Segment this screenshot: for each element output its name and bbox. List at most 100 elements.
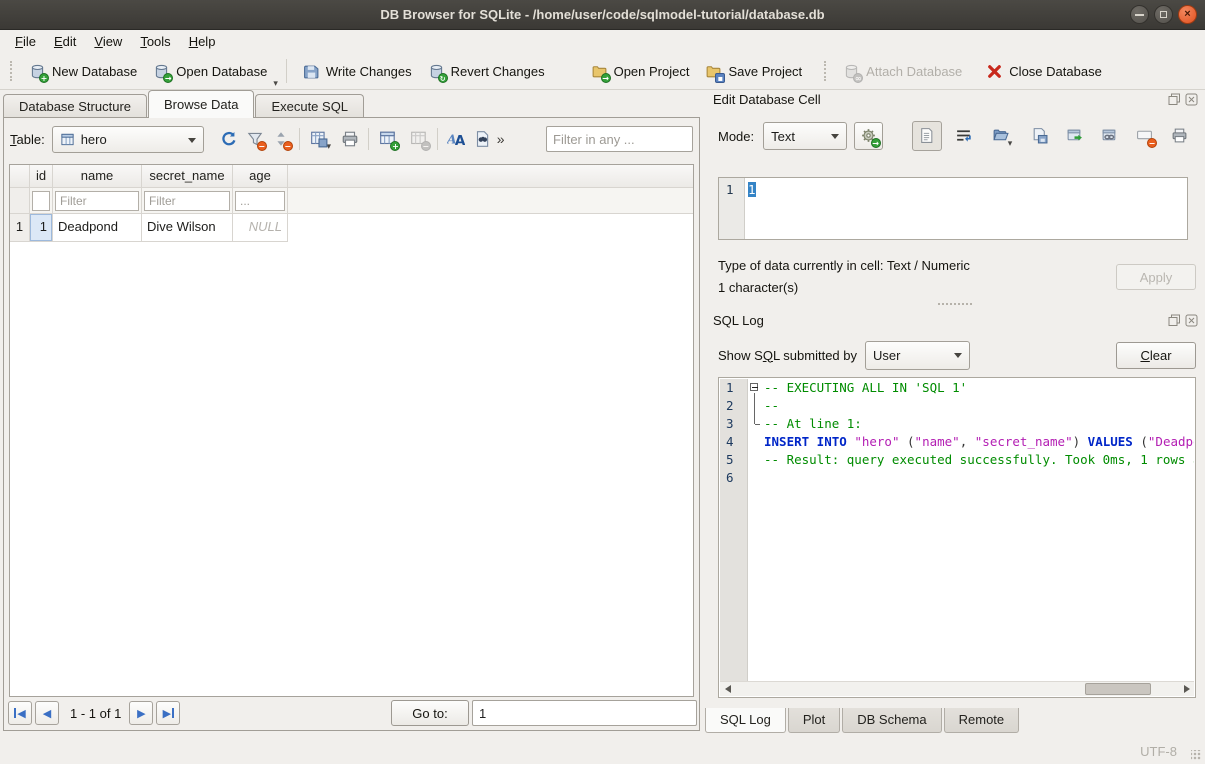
print-records-button[interactable]: [337, 126, 363, 152]
new-database-button[interactable]: + New Database: [21, 59, 145, 84]
font-icon: AA: [447, 130, 465, 148]
horizontal-scrollbar[interactable]: [720, 681, 1194, 696]
column-header-secret-name[interactable]: secret_name: [142, 165, 233, 188]
menu-help[interactable]: Help: [180, 32, 225, 51]
table-select[interactable]: hero: [52, 126, 204, 153]
table-icon: [60, 132, 75, 147]
scroll-left-arrow[interactable]: [720, 682, 735, 696]
float-panel-icon[interactable]: [1168, 314, 1181, 327]
column-header-name[interactable]: name: [53, 165, 142, 188]
mode-select-value: Text: [771, 129, 795, 144]
open-project-button[interactable]: → Open Project: [583, 59, 698, 84]
revert-changes-button[interactable]: ↻ Revert Changes: [420, 59, 553, 84]
dock-splitter-handle[interactable]: [938, 303, 972, 307]
filter-input-id[interactable]: [32, 191, 50, 211]
fold-marker[interactable]: [748, 379, 761, 397]
cell-editor[interactable]: 1 1: [718, 177, 1188, 240]
filter-input-age[interactable]: [235, 191, 285, 211]
menu-bar: FileEditViewToolsHelp: [0, 30, 1205, 53]
sql-log-line-4: 4INSERT INTO "hero" ("name", "secret_nam…: [720, 433, 1194, 451]
next-record-button[interactable]: ▶: [129, 701, 153, 725]
resize-grip[interactable]: [1191, 750, 1201, 760]
svg-text:A: A: [455, 133, 465, 148]
menu-view[interactable]: View: [85, 32, 131, 51]
close-button[interactable]: ×: [1178, 5, 1197, 24]
clear-log-button[interactable]: Clear: [1116, 342, 1196, 369]
import-cell-data-button[interactable]: ▾: [986, 123, 1018, 149]
word-wrap-icon: [955, 127, 973, 145]
revert-changes-icon: ↻: [428, 63, 445, 80]
close-panel-icon[interactable]: [1185, 93, 1198, 106]
clear-filters-button[interactable]: −: [242, 126, 268, 152]
toolbar-overflow-chevron[interactable]: »: [497, 131, 505, 147]
insert-record-button[interactable]: + ▾: [374, 126, 406, 152]
minimize-button[interactable]: [1130, 5, 1149, 24]
menu-file[interactable]: File: [6, 32, 45, 51]
dock-tab-plot[interactable]: Plot: [788, 708, 840, 733]
text-mode-button[interactable]: [912, 121, 942, 151]
printer-icon: [1171, 127, 1189, 145]
copy-link-button[interactable]: [1097, 123, 1123, 149]
last-record-button[interactable]: ▶: [156, 701, 180, 725]
cell-name[interactable]: Deadpond: [53, 214, 142, 242]
open-database-dropdown-caret[interactable]: ▾: [273, 78, 278, 89]
maximize-button[interactable]: [1154, 5, 1173, 24]
goto-input[interactable]: [472, 700, 697, 726]
open-in-external-button[interactable]: [1062, 123, 1088, 149]
encoding-label[interactable]: UTF-8: [1140, 744, 1177, 759]
toolbar-drag-handle-2[interactable]: [824, 61, 829, 81]
clear-sorting-icon: −: [272, 130, 290, 148]
menu-tools[interactable]: Tools: [131, 32, 179, 51]
mode-select[interactable]: Text: [763, 122, 847, 150]
print-cell-button[interactable]: [1167, 123, 1193, 149]
set-null-button[interactable]: −: [1132, 123, 1158, 149]
column-header-id[interactable]: id: [30, 165, 53, 188]
toolbar-drag-handle[interactable]: [10, 61, 15, 81]
sql-source-select[interactable]: User: [865, 341, 970, 370]
first-record-button[interactable]: ◀: [8, 701, 32, 725]
tab-execute-sql[interactable]: Execute SQL: [255, 94, 364, 118]
close-database-button[interactable]: Close Database: [978, 59, 1110, 84]
float-panel-icon[interactable]: [1168, 93, 1181, 106]
new-database-icon: +: [29, 63, 46, 80]
find-in-table-button[interactable]: [469, 126, 495, 152]
cell-secret-name[interactable]: Dive Wilson: [142, 214, 233, 242]
cell-id-selected[interactable]: 1: [30, 214, 53, 242]
grid-corner[interactable]: [10, 165, 30, 188]
dock-tab-db-schema[interactable]: DB Schema: [842, 708, 941, 733]
attach-database-icon: ∞: [843, 63, 860, 80]
cell-type-info: Type of data currently in cell: Text / N…: [718, 258, 970, 273]
tab-browse-data[interactable]: Browse Data: [148, 90, 254, 118]
close-panel-icon[interactable]: [1185, 314, 1198, 327]
dock-tab-sql-log[interactable]: SQL Log: [705, 708, 786, 733]
dock-tab-bar: SQL LogPlotDB SchemaRemote: [705, 708, 1021, 734]
mode-row: Mode: Text →: [718, 121, 1193, 151]
export-table-button[interactable]: ▾: [305, 126, 337, 152]
show-sql-label: Show SQL submitted by: [718, 348, 857, 363]
sql-log-editor[interactable]: 1-- EXECUTING ALL IN 'SQL 1'2--3-- At li…: [718, 377, 1196, 698]
open-database-button[interactable]: → Open Database: [145, 59, 275, 84]
write-changes-button[interactable]: Write Changes: [295, 59, 420, 84]
tab-database-structure[interactable]: Database Structure: [3, 94, 147, 118]
scroll-right-arrow[interactable]: [1179, 682, 1194, 696]
cell-editor-line-number: 1: [719, 178, 745, 239]
auto-switch-mode-button[interactable]: →: [854, 122, 883, 150]
font-settings-button[interactable]: AA: [443, 126, 469, 152]
filter-input-name[interactable]: [55, 191, 139, 211]
row-header[interactable]: 1: [10, 214, 30, 242]
cell-age-null[interactable]: NULL: [233, 214, 288, 242]
scrollbar-thumb[interactable]: [1085, 683, 1151, 695]
menu-edit[interactable]: Edit: [45, 32, 85, 51]
save-project-button[interactable]: ▪ Save Project: [697, 59, 810, 84]
clear-sorting-button[interactable]: −: [268, 126, 294, 152]
column-header-age[interactable]: age: [233, 165, 288, 188]
word-wrap-button[interactable]: [951, 123, 977, 149]
dock-tab-remote[interactable]: Remote: [944, 708, 1020, 733]
previous-record-button[interactable]: ◀: [35, 701, 59, 725]
export-cell-data-button[interactable]: [1027, 123, 1053, 149]
goto-button[interactable]: Go to:: [391, 700, 469, 726]
clear-filters-icon: −: [246, 130, 264, 148]
filter-any-input[interactable]: [546, 126, 693, 152]
filter-input-secret-name[interactable]: [144, 191, 230, 211]
refresh-button[interactable]: [216, 126, 242, 152]
